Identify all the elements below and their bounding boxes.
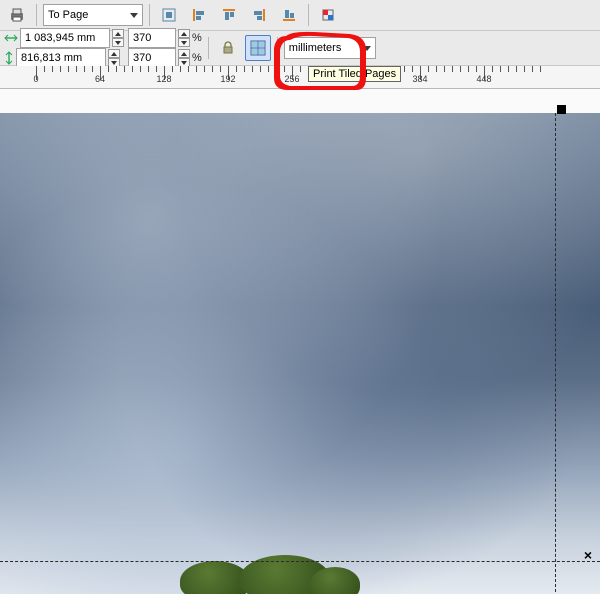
divider: [208, 37, 209, 59]
scale-x-field[interactable]: 370: [128, 28, 176, 48]
width-arrow-icon: [4, 33, 18, 43]
height-value: 816,813 mm: [21, 52, 82, 64]
height-field[interactable]: 816,813 mm: [16, 48, 106, 68]
percent-label: %: [192, 52, 202, 64]
image-content: [0, 113, 600, 594]
print-icon[interactable]: [4, 2, 30, 28]
fit-dropdown[interactable]: To Page: [43, 4, 143, 26]
print-tiled-pages-button[interactable]: [245, 35, 271, 61]
scale-x-value: 370: [133, 32, 151, 44]
lock-icon[interactable]: [215, 35, 241, 61]
units-dropdown[interactable]: millimeters: [284, 37, 376, 59]
align-top-icon[interactable]: [216, 2, 242, 28]
chevron-down-icon: [130, 13, 138, 18]
scale-y-field[interactable]: 370: [128, 48, 176, 68]
percent-label: %: [192, 32, 202, 44]
ruler-label: 256: [284, 74, 299, 84]
page-guide-vertical: [555, 113, 556, 594]
scale-y-spinner[interactable]: [178, 49, 190, 67]
canvas-area[interactable]: ×: [0, 89, 600, 594]
close-marker-icon[interactable]: ×: [584, 547, 592, 563]
height-spinner[interactable]: [108, 49, 120, 67]
align-right-icon[interactable]: [246, 2, 272, 28]
divider: [277, 37, 278, 59]
align-left-icon[interactable]: [186, 2, 212, 28]
ruler-label: 384: [412, 74, 427, 84]
page-guide-horizontal: [0, 561, 600, 562]
divider: [36, 4, 37, 26]
image-foreground: [130, 553, 390, 594]
horizontal-ruler: 064128192256320384448: [0, 66, 600, 89]
center-page-icon[interactable]: [156, 2, 182, 28]
image-pane: [0, 113, 600, 594]
ruler-label: 0: [33, 74, 38, 84]
chevron-down-icon: [363, 46, 371, 51]
color-palette-icon[interactable]: [315, 2, 341, 28]
height-arrow-icon: [4, 51, 14, 65]
width-spinner[interactable]: [112, 29, 124, 47]
tooltip: Print Tiled Pages: [308, 66, 401, 82]
ruler-label: 192: [220, 74, 235, 84]
scale-x-spinner[interactable]: [178, 29, 190, 47]
fit-dropdown-label: To Page: [48, 9, 124, 21]
ruler-label: 64: [95, 74, 105, 84]
divider: [149, 4, 150, 26]
scale-y-value: 370: [133, 52, 151, 64]
ruler-label: 128: [156, 74, 171, 84]
align-bottom-icon[interactable]: [276, 2, 302, 28]
selection-handle[interactable]: [557, 105, 566, 114]
width-value: 1 083,945 mm: [25, 32, 95, 44]
ruler-label: 448: [476, 74, 491, 84]
canvas-gap: [0, 89, 600, 113]
divider: [308, 4, 309, 26]
units-label: millimeters: [289, 42, 357, 54]
width-field[interactable]: 1 083,945 mm: [20, 28, 110, 48]
